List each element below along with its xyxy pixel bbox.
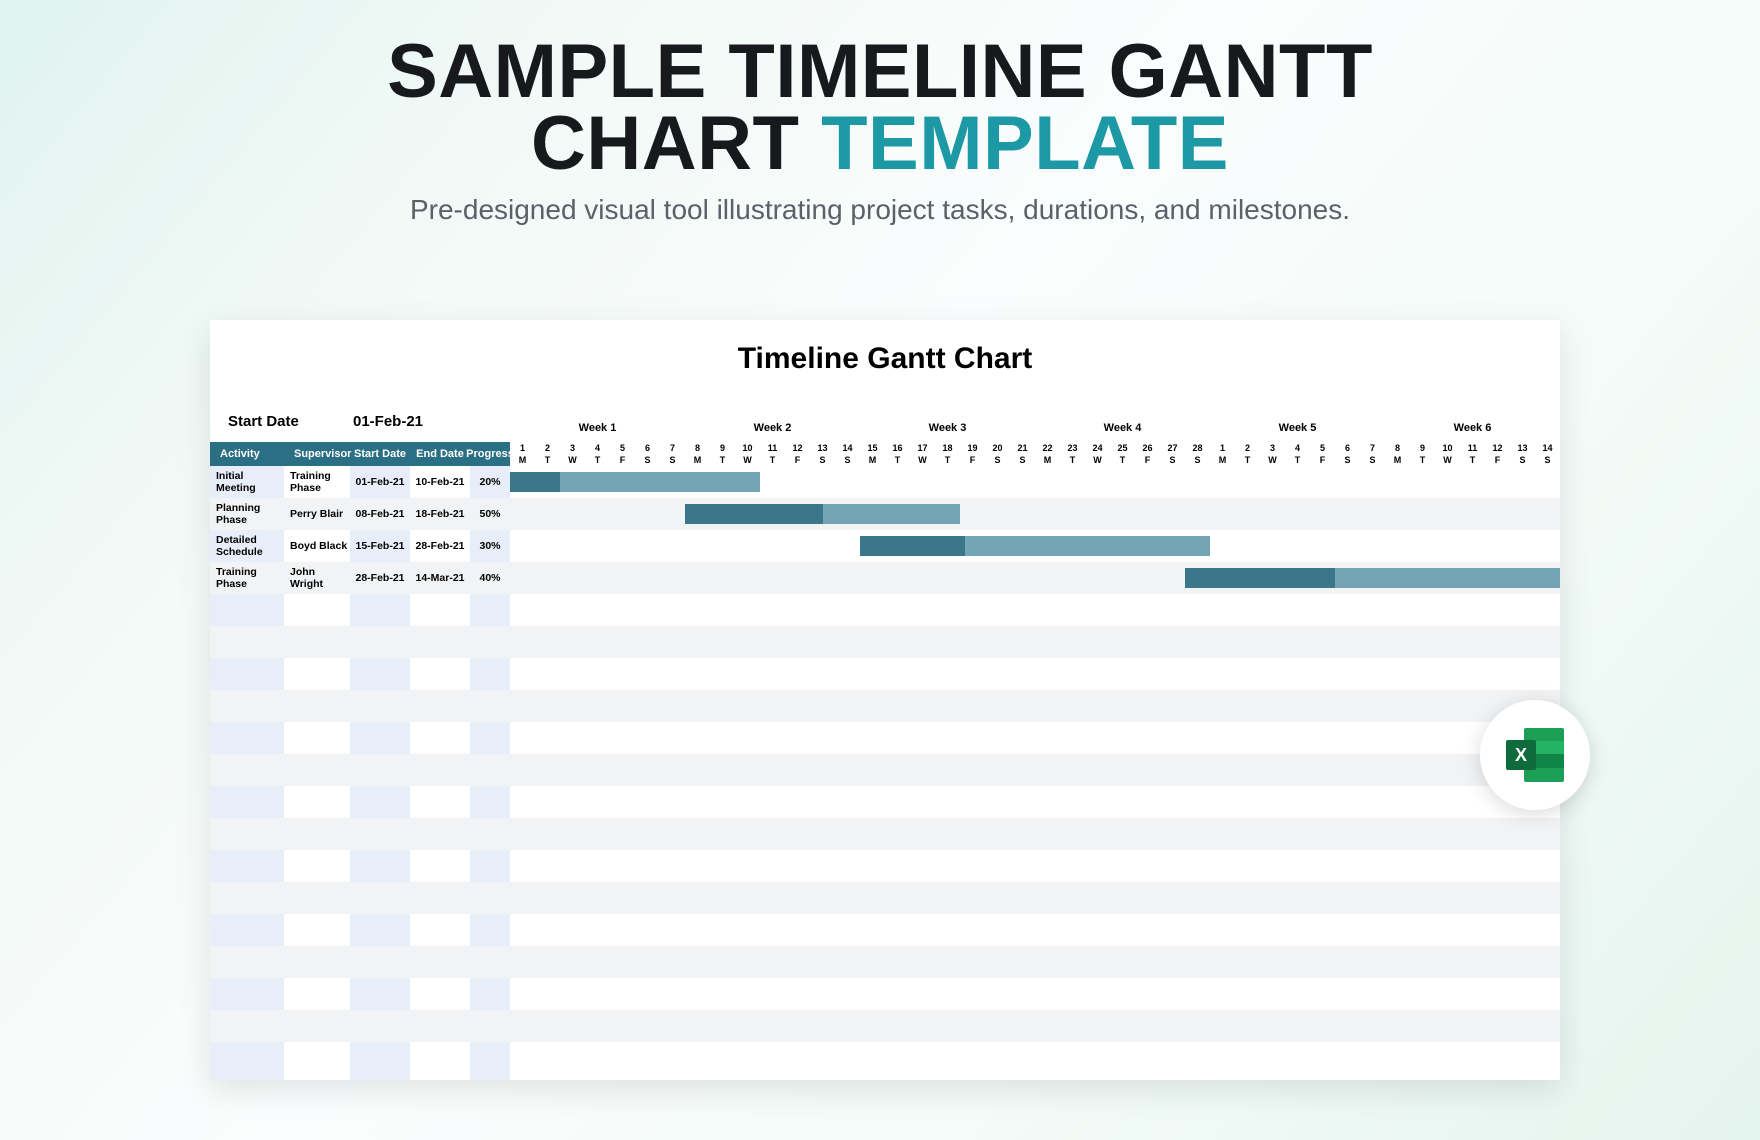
col-start-date: Start Date — [350, 442, 410, 466]
table-row — [210, 594, 1560, 626]
title-line2a: CHART — [531, 101, 821, 186]
day-header: 6S — [635, 442, 660, 466]
table-row: Planning PhasePerry Blair08-Feb-2118-Feb… — [210, 498, 510, 530]
day-header: 5F — [610, 442, 635, 466]
day-header: 14S — [835, 442, 860, 466]
spreadsheet-preview: Timeline Gantt Chart Start Date 01-Feb-2… — [210, 320, 1560, 1080]
table-row: Initial MeetingTraining Phase01-Feb-2110… — [210, 466, 510, 498]
excel-letter: X — [1506, 740, 1536, 770]
col-end-date: End Date — [410, 442, 470, 466]
gantt-bar — [510, 472, 760, 492]
day-header: 25T — [1110, 442, 1135, 466]
day-header: 15M — [860, 442, 885, 466]
gantt-bar-lead — [510, 472, 535, 492]
day-header: 9T — [710, 442, 735, 466]
excel-icon: X — [1506, 728, 1564, 782]
day-header: 12F — [1485, 442, 1510, 466]
subtitle: Pre-designed visual tool illustrating pr… — [0, 194, 1760, 226]
gantt-bar-progress — [1185, 568, 1335, 588]
col-supervisor: Supervisor — [284, 442, 350, 466]
day-header: 13S — [810, 442, 835, 466]
col-progress: Progress — [470, 442, 510, 466]
week-label: Week 1 — [538, 422, 658, 434]
week-label: Week 3 — [888, 422, 1008, 434]
gantt-bar-progress — [685, 504, 823, 524]
week-label: Week 4 — [1063, 422, 1183, 434]
day-header: 17W — [910, 442, 935, 466]
table-row — [210, 914, 1560, 946]
day-header: 16T — [885, 442, 910, 466]
day-header: 4T — [1285, 442, 1310, 466]
gantt-bar — [685, 504, 960, 524]
day-header: 21S — [1010, 442, 1035, 466]
hero: SAMPLE TIMELINE GANTT CHART TEMPLATE Pre… — [0, 0, 1760, 226]
week-label: Week 6 — [1413, 422, 1533, 434]
day-header: 7S — [1360, 442, 1385, 466]
day-header: 18T — [935, 442, 960, 466]
day-header: 14S — [1535, 442, 1560, 466]
table-row — [210, 818, 1560, 850]
day-header: 23T — [1060, 442, 1085, 466]
weeks-row: Week 1 Week 2 Week 3 Week 4 Week 5 Week 6 — [510, 422, 1560, 442]
day-header: 8M — [685, 442, 710, 466]
table-row — [210, 850, 1560, 882]
table-row — [210, 658, 1560, 690]
day-header: 28S — [1185, 442, 1210, 466]
day-header: 11T — [1460, 442, 1485, 466]
title-line2b: TEMPLATE — [821, 101, 1229, 186]
bars-area — [510, 466, 1560, 1080]
day-header: 12F — [785, 442, 810, 466]
day-header: 1M — [510, 442, 535, 466]
page-title: SAMPLE TIMELINE GANTT CHART TEMPLATE — [0, 36, 1760, 180]
col-activity: Activity — [210, 442, 284, 466]
table-row — [210, 786, 1560, 818]
right-panel: Week 1Week 2Week 3Week 4Week 5Week 6 1M2… — [510, 400, 1560, 1080]
day-header: 27S — [1160, 442, 1185, 466]
day-header: 20S — [985, 442, 1010, 466]
table-row: Training PhaseJohn Wright28-Feb-2114-Mar… — [210, 562, 510, 594]
day-header: 22M — [1035, 442, 1060, 466]
start-date-row: Start Date 01-Feb-21 — [210, 400, 510, 442]
table-row — [210, 626, 1560, 658]
table-row — [210, 946, 1560, 978]
start-date-label: Start Date — [228, 413, 328, 430]
table-row: Detailed ScheduleBoyd Black15-Feb-2128-F… — [210, 530, 510, 562]
day-header: 19F — [960, 442, 985, 466]
day-header: 10W — [1435, 442, 1460, 466]
start-date-value: 01-Feb-21 — [328, 413, 448, 430]
week-label: Week 5 — [1238, 422, 1358, 434]
gantt-bar — [860, 536, 1210, 556]
week-label: Week 2 — [713, 422, 833, 434]
day-header: 6S — [1335, 442, 1360, 466]
table-header: Activity Supervisor Start Date End Date … — [210, 442, 510, 466]
day-header: 24W — [1085, 442, 1110, 466]
table-row — [210, 978, 1560, 1010]
day-header: 10W — [735, 442, 760, 466]
day-header: 2T — [535, 442, 560, 466]
table-row — [210, 722, 1560, 754]
day-header: 3W — [1260, 442, 1285, 466]
excel-badge[interactable]: X — [1480, 700, 1590, 810]
table-row — [210, 690, 1560, 722]
sheet-title: Timeline Gantt Chart — [210, 320, 1560, 394]
gantt-bar-progress — [860, 536, 965, 556]
day-header: 1M — [1210, 442, 1235, 466]
day-header: 7S — [660, 442, 685, 466]
day-header: 2T — [1235, 442, 1260, 466]
table-row — [210, 754, 1560, 786]
day-header: 9T — [1410, 442, 1435, 466]
day-header: 5F — [1310, 442, 1335, 466]
gantt-bar — [1185, 568, 1560, 588]
day-header: 4T — [585, 442, 610, 466]
gantt-grid: Start Date 01-Feb-21 Activity Supervisor… — [210, 400, 1560, 1080]
day-header: 11T — [760, 442, 785, 466]
table-row — [210, 882, 1560, 914]
day-header: 3W — [560, 442, 585, 466]
table-row — [210, 1010, 1560, 1042]
days-row: 1M2T3W4T5F6S7S8M9T10W11T12F13S14S15M16T1… — [510, 442, 1560, 466]
day-header: 26F — [1135, 442, 1160, 466]
day-header: 8M — [1385, 442, 1410, 466]
day-header: 13S — [1510, 442, 1535, 466]
